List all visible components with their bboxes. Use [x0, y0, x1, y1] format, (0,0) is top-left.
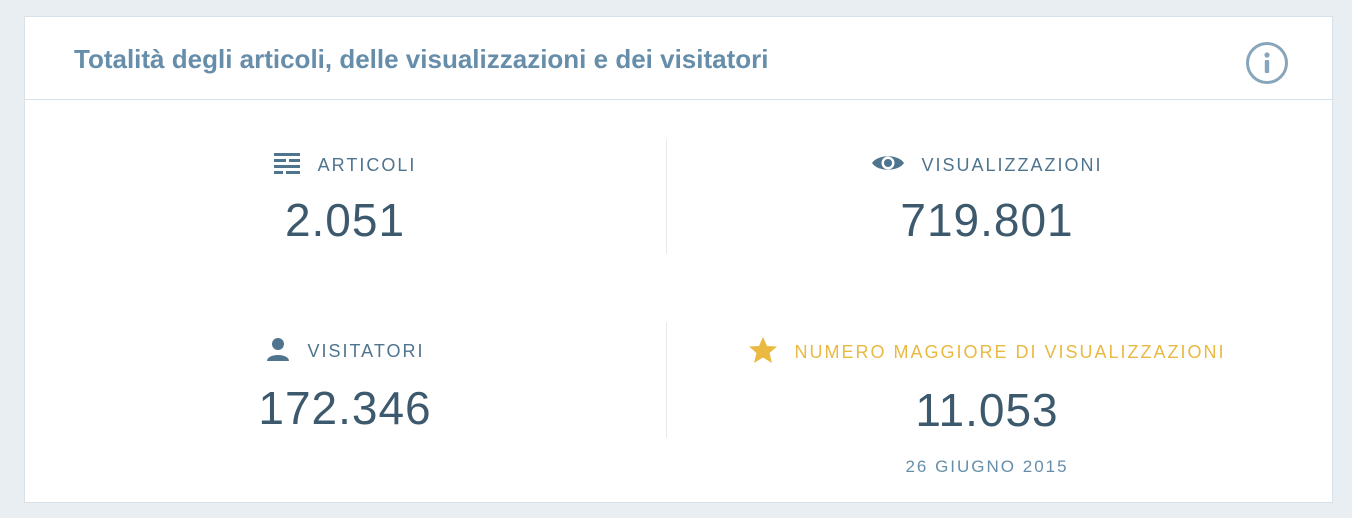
posts-value: 2.051 [284, 194, 406, 246]
stats-card: Totalità degli articoli, delle visualizz… [24, 16, 1333, 503]
best-views-date: 26 GIUGNO 2015 [905, 457, 1069, 476]
info-icon[interactable] [1246, 42, 1288, 84]
person-icon [265, 336, 291, 367]
card-title: Totalità degli articoli, delle visualizz… [74, 44, 769, 74]
eye-icon [871, 152, 905, 179]
views-label: VISUALIZZAZIONI [921, 155, 1103, 175]
visitors-label: VISITATORI [307, 341, 425, 361]
column-divider [666, 139, 667, 254]
posts-label: ARTICOLI [317, 155, 417, 175]
best-views-value: 11.053 [915, 384, 1059, 436]
best-views-label: NUMERO MAGGIORE DI VISUALIZZAZIONI [794, 342, 1226, 362]
visitors-value: 172.346 [258, 382, 432, 434]
visitors-stat: VISITATORI 172.346 [225, 336, 465, 435]
column-divider [666, 322, 667, 438]
card-header: Totalità degli articoli, delle visualizz… [25, 17, 1332, 100]
posts-stat: ARTICOLI 2.051 [225, 152, 465, 247]
posts-icon [273, 152, 302, 179]
best-views-stat: NUMERO MAGGIORE DI VISUALIZZAZIONI 11.05… [727, 336, 1247, 477]
views-stat: VISUALIZZAZIONI 719.801 [827, 152, 1147, 247]
star-icon [748, 336, 778, 369]
views-value: 719.801 [900, 194, 1074, 246]
